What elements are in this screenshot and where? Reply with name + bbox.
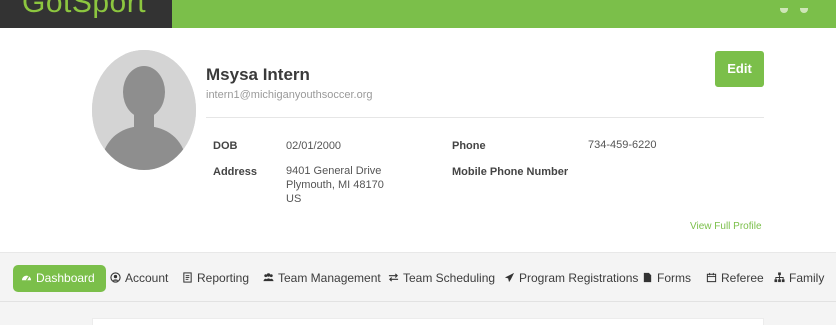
nav-label-family: Family: [789, 271, 825, 285]
address-line-2: Plymouth, MI 48170: [286, 179, 384, 191]
nav-item-family[interactable]: Family: [774, 265, 824, 292]
address-line-1: 9401 General Drive: [286, 165, 382, 177]
view-full-profile-link[interactable]: View Full Profile: [690, 221, 762, 232]
nav-item-program-registrations[interactable]: Program Registrations: [504, 265, 638, 292]
nav-label-team-scheduling: Team Scheduling: [403, 271, 496, 285]
calendar-icon: [706, 272, 717, 283]
nav-label-referee: Referee: [721, 271, 764, 285]
nav-item-account[interactable]: Account: [110, 265, 168, 292]
default-avatar-icon: [92, 50, 196, 170]
main-nav: Dashboard Account Reporting Team Managem…: [0, 252, 836, 302]
dob-label: DOB: [213, 140, 238, 152]
nav-item-referee[interactable]: Referee: [706, 265, 764, 292]
sitemap-icon: [774, 272, 785, 283]
nav-label-account: Account: [125, 271, 169, 285]
profile-name: Msysa Intern: [206, 65, 310, 84]
nav-label-forms: Forms: [657, 271, 691, 285]
brand-logo-text: GotSport: [22, 0, 147, 19]
address-line-3: US: [286, 193, 302, 205]
edit-profile-button[interactable]: Edit: [715, 51, 764, 87]
avatar: [92, 50, 196, 170]
profile-email: intern1@michiganyouthsoccer.org: [206, 89, 373, 101]
brand-logo[interactable]: GotSport: [0, 0, 172, 28]
nav-label-team-management: Team Management: [278, 271, 381, 285]
exchange-icon: [388, 273, 399, 282]
nav-label-dashboard: Dashboard: [36, 271, 95, 285]
nav-label-program-registrations: Program Registrations: [519, 271, 639, 285]
dashboard-icon: [21, 275, 32, 281]
user-menu-icon[interactable]: [800, 8, 808, 13]
divider: [206, 117, 764, 118]
header-user-controls: [768, 0, 808, 13]
address-label: Address: [213, 166, 258, 178]
content-card: [92, 318, 764, 325]
phone-label: Phone: [452, 140, 486, 152]
nav-item-dashboard[interactable]: Dashboard: [13, 265, 106, 292]
page: GotSport Msysa Intern intern1@michiganyo…: [0, 0, 836, 325]
nav-item-reporting[interactable]: Reporting: [182, 265, 249, 292]
phone-value: 734-459-6220: [588, 139, 657, 151]
file-icon: [643, 272, 652, 283]
dob-value: 02/01/2000: [286, 140, 342, 152]
top-header-bar: GotSport: [0, 0, 836, 28]
paper-plane-icon: [504, 272, 515, 283]
nav-label-reporting: Reporting: [197, 271, 250, 285]
users-icon: [263, 273, 274, 282]
nav-item-forms[interactable]: Forms: [642, 265, 691, 292]
nav-item-team-management[interactable]: Team Management: [263, 265, 381, 292]
report-icon: [183, 272, 192, 283]
user-circle-icon: [110, 272, 121, 283]
notification-icon[interactable]: [780, 8, 788, 13]
nav-item-team-scheduling[interactable]: Team Scheduling: [388, 265, 495, 292]
mobile-phone-label: Mobile Phone Number: [452, 166, 569, 178]
